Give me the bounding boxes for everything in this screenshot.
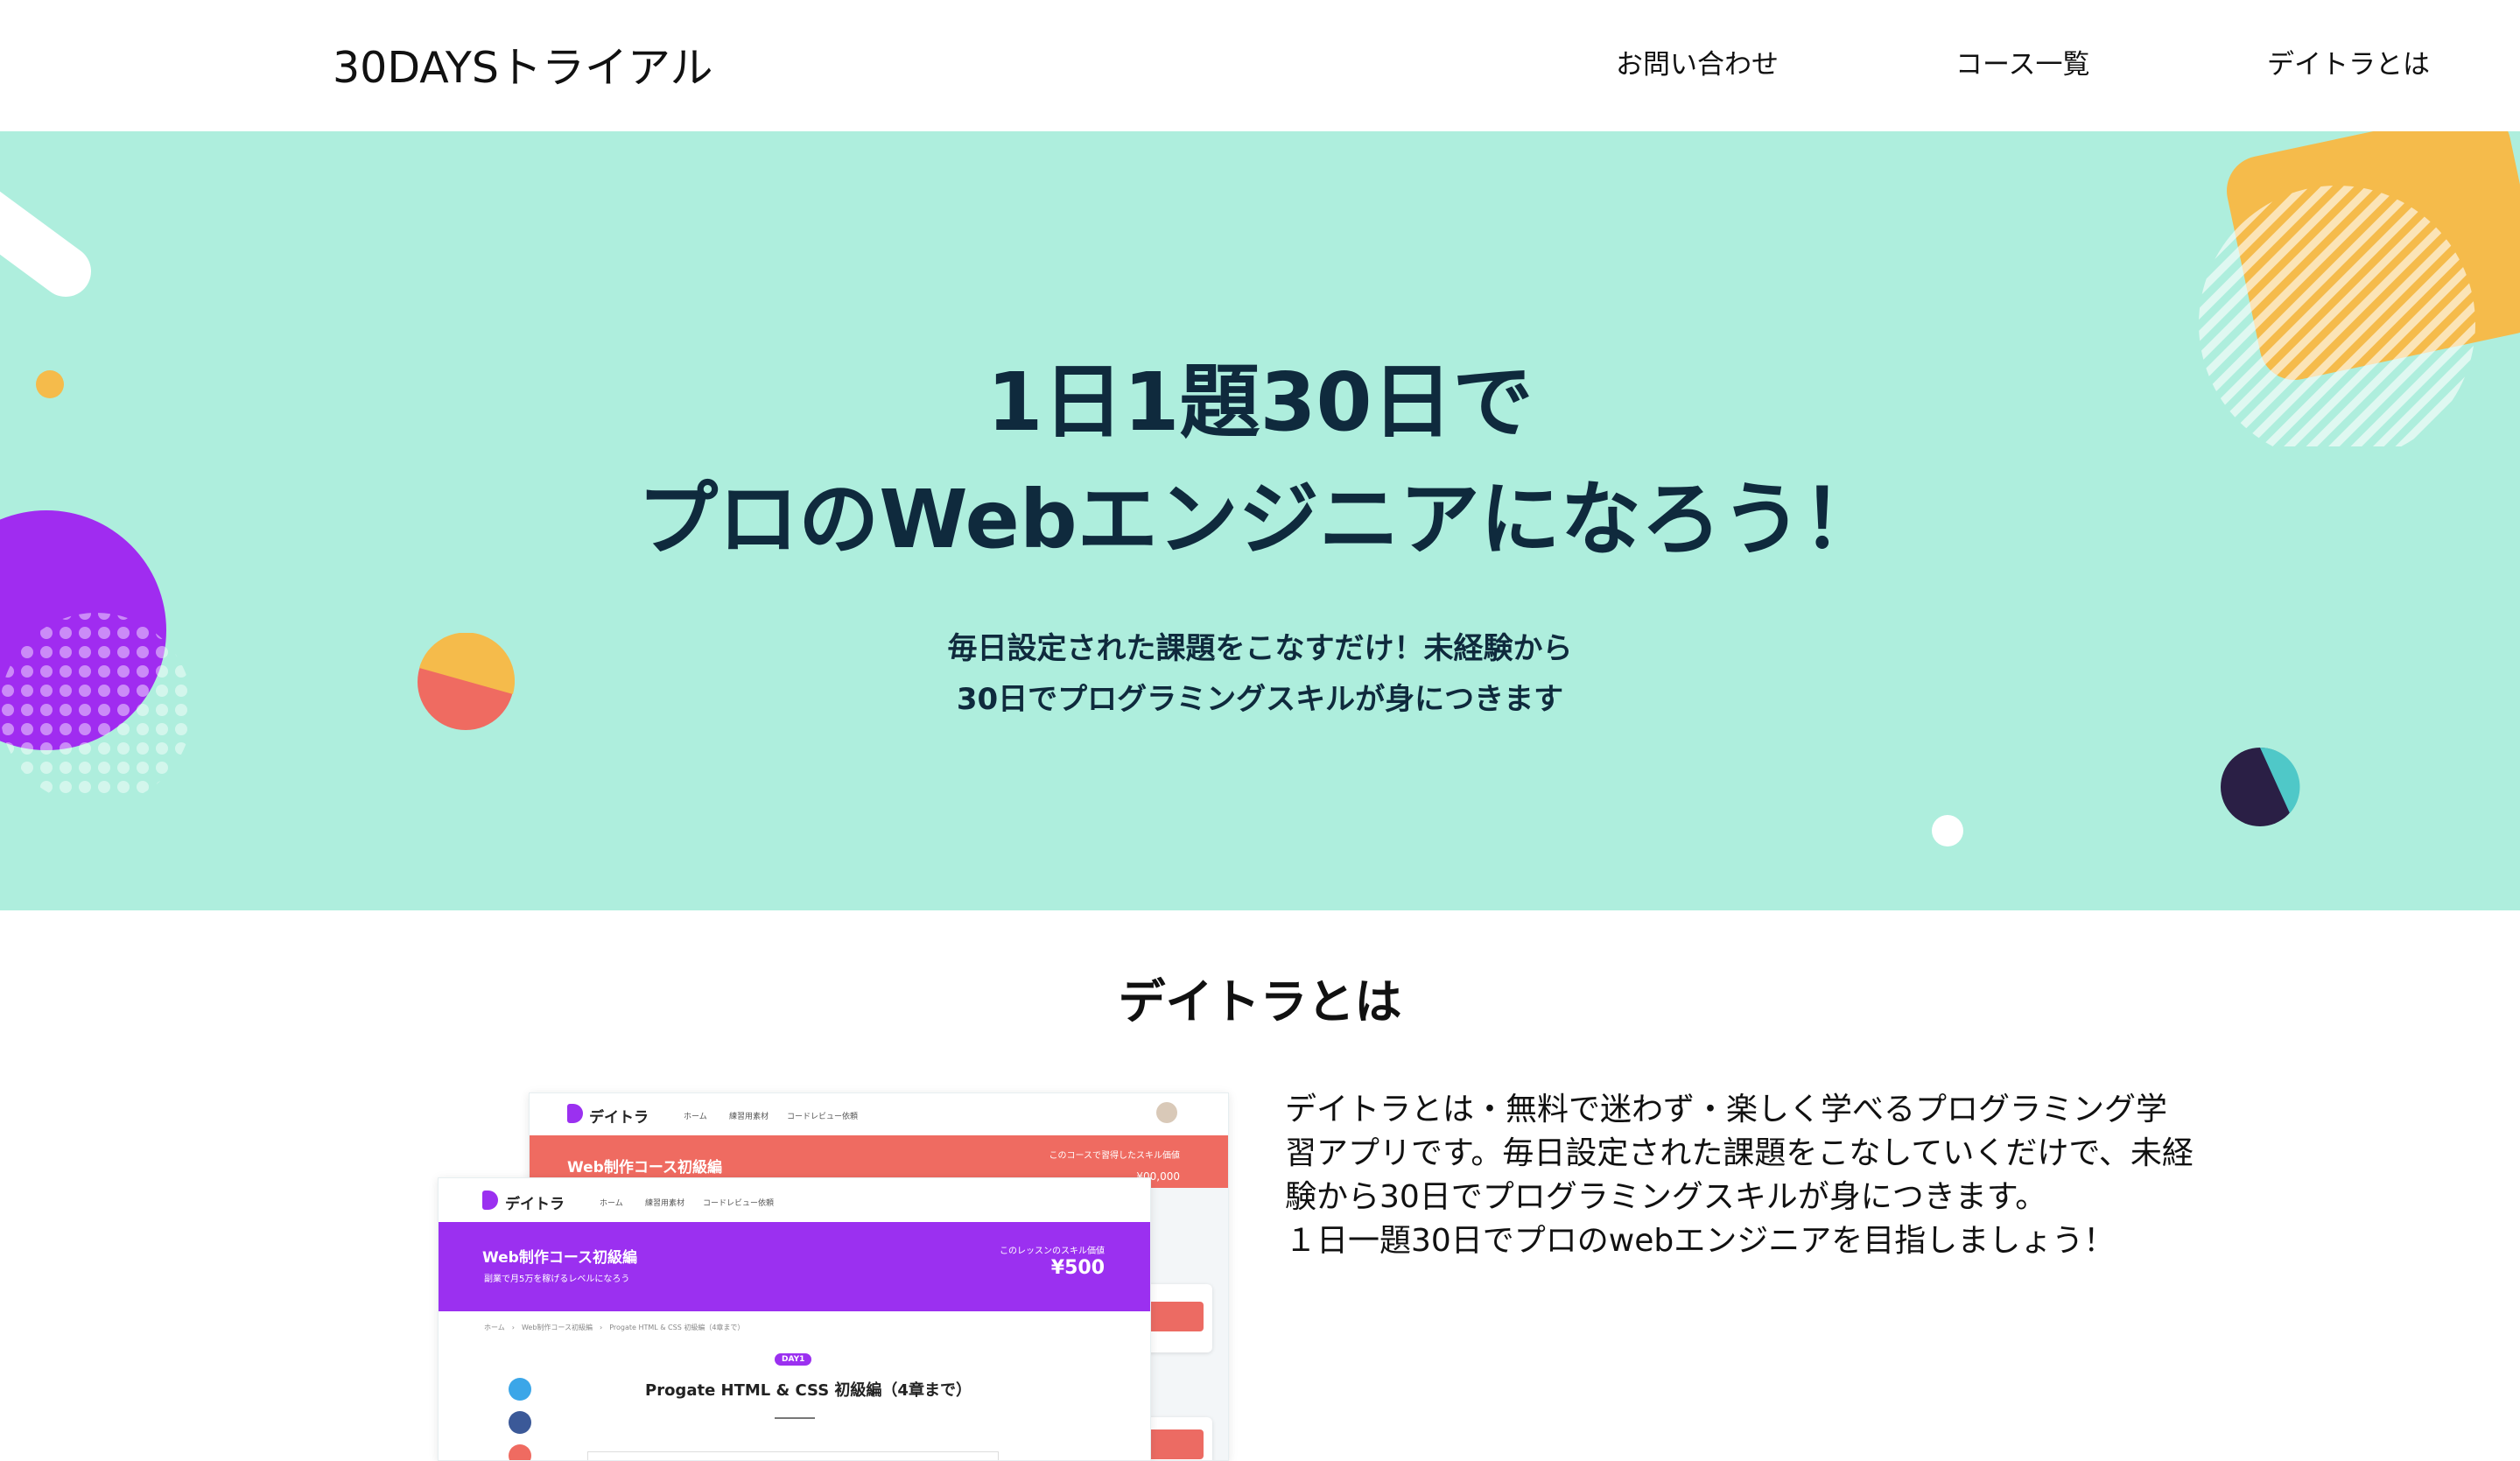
mockup-front-nav-1: 練習用素材: [645, 1199, 685, 1208]
mockup-front-nav-2: コードレビュー依頼: [703, 1199, 775, 1208]
mockup-front-content-box: [587, 1451, 999, 1460]
hero-subtitle-line1: 毎日設定された課題をこなすだけ！未経験から: [947, 631, 1573, 666]
mockup-back-nav-1: 練習用素材: [729, 1113, 769, 1121]
navy-teal-circle: [2221, 747, 2300, 826]
hero-subtitle: 毎日設定された課題をこなすだけ！未経験から 30日でプログラミングスキルが身につ…: [0, 623, 2520, 725]
nav-courses-link[interactable]: コース一覧: [1955, 42, 2089, 81]
mockup-back-nav-0: ホーム: [684, 1113, 707, 1121]
about-text-line-3: 験から30日でプログラミングスキルが身につきます。: [1285, 1179, 2047, 1215]
mockup-front-price-label: このレッスンのスキル価値: [1000, 1247, 1105, 1256]
hero-title-line1: 1日1題30日で: [986, 355, 1534, 449]
mockup-front-day-badge: DAY1: [775, 1353, 812, 1366]
mockup-front-banner-title: Web制作コース初級編: [482, 1249, 637, 1267]
mockup-front-breadcrumb: ホーム › Web制作コース初級編 › Progate HTML & CSS 初…: [484, 1324, 745, 1331]
nav-contact-link[interactable]: お問い合わせ: [1616, 42, 1779, 81]
facebook-icon: [509, 1411, 531, 1434]
link-icon: [509, 1444, 531, 1460]
white-small-dot: [1932, 815, 1963, 846]
mockup-front-logo: デイトラ: [505, 1196, 565, 1213]
mockup-front-screenshot: デイトラ ホーム 練習用素材 コードレビュー依頼 Web制作コース初級編 副業で…: [438, 1177, 1151, 1461]
mockup-back-banner-title: Web制作コース初級編: [567, 1159, 722, 1177]
twitter-icon: [509, 1378, 531, 1401]
mockup-back-avatar: [1156, 1102, 1177, 1123]
about-text-line-1: デイトラとは・無料で迷わず・楽しく学べるプログラミング学: [1285, 1092, 2168, 1127]
mockup-back-logo-icon: [567, 1104, 583, 1123]
mockup-front-lesson-title: Progate HTML & CSS 初級編（4章まで）: [645, 1381, 972, 1400]
about-title: デイトラとは: [1118, 974, 1402, 1029]
mockup-front-logo-icon: [482, 1191, 498, 1210]
mockup-back-logo: デイトラ: [589, 1109, 649, 1127]
mockup-front-divider: [775, 1417, 815, 1419]
mockup-front-banner-subtitle: 副業で月5万を稼げるレベルになろう: [484, 1275, 630, 1284]
about-description: デイトラとは・無料で迷わず・楽しく学べるプログラミング学 習アプリです。毎日設定…: [1285, 1088, 2248, 1263]
hero-section: 1日1題30日で プロのWebエンジニアになろう！ 毎日設定された課題をこなすだ…: [0, 131, 2520, 910]
mockup-front-topbar: デイトラ ホーム 練習用素材 コードレビュー依頼: [439, 1178, 1150, 1222]
mockup-back-topbar: デイトラ ホーム 練習用素材 コードレビュー依頼: [530, 1093, 1228, 1135]
mockup-front-banner: Web制作コース初級編 副業で月5万を稼げるレベルになろう このレッスンのスキル…: [439, 1222, 1150, 1311]
hero-subtitle-line2: 30日でプログラミングスキルが身につきます: [956, 682, 1564, 717]
nav-about-link[interactable]: デイトラとは: [2267, 42, 2430, 81]
about-text-line-2: 習アプリです。毎日設定された課題をこなしていくだけで、未経: [1285, 1135, 2194, 1171]
site-logo[interactable]: 30DAYSトライアル: [333, 33, 712, 95]
white-pill-shape: [0, 191, 91, 297]
mockup-back-nav-2: コードレビュー依頼: [787, 1113, 859, 1121]
mockup-front-nav-0: ホーム: [600, 1199, 623, 1208]
hero-title: 1日1題30日で プロのWebエンジニアになろう！: [0, 344, 2520, 579]
hero-title-line2: プロのWebエンジニアになろう！: [637, 473, 1883, 566]
site-header: 30DAYSトライアル お問い合わせ コース一覧 デイトラとは: [0, 0, 2520, 131]
about-text-line-4: １日一題30日でプロのwebエンジニアを目指しましょう！: [1285, 1223, 2116, 1259]
mockup-front-price: ¥500: [1050, 1257, 1105, 1279]
mockup-back-price-label: このコースで習得したスキル価値: [1049, 1151, 1181, 1161]
